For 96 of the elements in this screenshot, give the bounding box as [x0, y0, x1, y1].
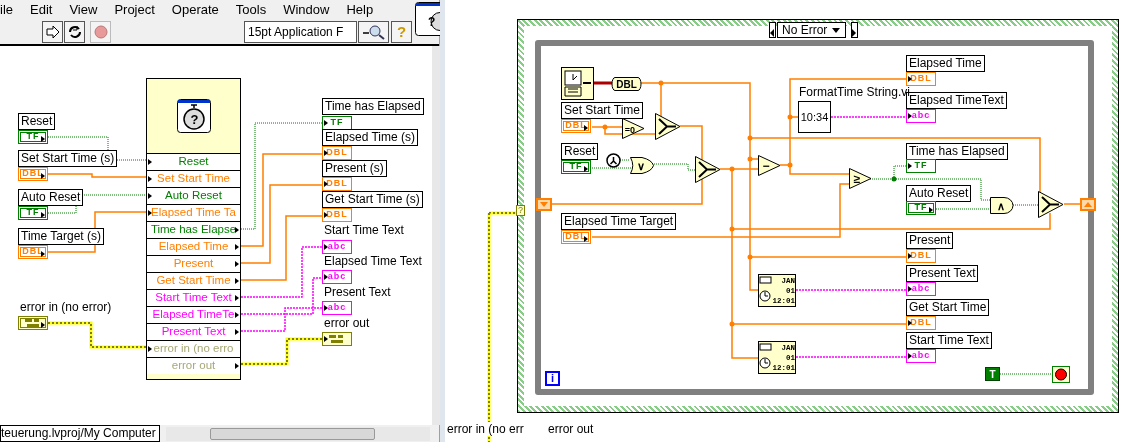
- label: Elapsed Time (s): [322, 129, 419, 146]
- terminal: abc: [322, 240, 352, 254]
- terminal: DBL: [561, 119, 591, 133]
- terminal: DBL: [906, 249, 936, 263]
- run-continuously-button[interactable]: [64, 20, 85, 43]
- terminal: TF: [322, 116, 352, 130]
- label: Get Start Time (s): [322, 191, 423, 208]
- label: error in (no err: [447, 422, 524, 436]
- menu-item[interactable]: ile: [0, 0, 13, 20]
- terminal: abc: [906, 109, 936, 123]
- case-selector-terminal: ?: [516, 205, 525, 216]
- label: Time has Elapsed: [322, 98, 424, 115]
- terminal: TF: [906, 159, 936, 173]
- terminal: abc: [906, 349, 936, 363]
- label: Start Time Text: [906, 332, 992, 349]
- label: Auto Reset: [906, 185, 972, 202]
- scrollbar[interactable]: [166, 426, 430, 441]
- cluster-icon: [329, 335, 345, 343]
- subtract-node: −: [758, 155, 781, 176]
- terminal: DBL: [906, 72, 936, 86]
- menu-item[interactable]: Window: [283, 0, 330, 20]
- terminal: TF: [561, 160, 591, 174]
- label: Present (s): [322, 160, 387, 177]
- terminal: DBL: [18, 167, 48, 181]
- terminal: TF: [18, 206, 48, 220]
- terminal: TF: [906, 201, 936, 215]
- terminal-row[interactable]: Reset: [147, 153, 240, 170]
- terminal: TF: [18, 130, 48, 144]
- cluster-icon: [25, 319, 41, 327]
- terminal-row[interactable]: Start Time Text: [147, 289, 240, 306]
- label: Time Target (s): [18, 228, 104, 245]
- terminal: DBL: [18, 245, 48, 259]
- terminal: abc: [322, 270, 352, 284]
- label: error in (no error): [19, 300, 113, 316]
- project-path: teuerung.lvproj/My Computer: [0, 425, 160, 442]
- label: Present: [906, 232, 954, 249]
- arrow-icon: [44, 23, 61, 40]
- label: Elapsed Time Text: [323, 254, 423, 270]
- loop-arrows-icon: [66, 23, 83, 40]
- terminal-row[interactable]: Auto Reset: [147, 187, 240, 204]
- stopwatch-icon: ?: [177, 99, 211, 133]
- label: Get Start Time: [906, 299, 990, 316]
- label: Elapsed Time Target: [561, 213, 677, 230]
- increment-button[interactable]: [851, 22, 858, 38]
- first-call-icon: [606, 153, 621, 168]
- scrollbar[interactable]: [432, 46, 440, 425]
- stop-icon: [1052, 366, 1070, 383]
- terminal: abc: [906, 282, 936, 296]
- terminal-row[interactable]: Elapsed TimeTe: [147, 306, 240, 323]
- terminal: abc: [322, 301, 352, 315]
- label: error out: [548, 422, 594, 436]
- select-node: [695, 156, 721, 183]
- select-node: [655, 113, 681, 140]
- shift-register-icon: [536, 198, 552, 211]
- menu-item[interactable]: Operate: [171, 0, 219, 20]
- terminal: DBL: [322, 146, 352, 160]
- terminal: DBL: [906, 316, 936, 330]
- terminal-row[interactable]: Present Text: [147, 323, 240, 340]
- menu-item[interactable]: Project: [114, 0, 155, 20]
- label: Auto Reset: [18, 189, 84, 206]
- terminal: DBL: [322, 208, 352, 222]
- label: error out: [323, 316, 371, 332]
- menu-item[interactable]: View: [69, 0, 98, 20]
- font-dropdown[interactable]: 15pt Application F: [244, 20, 357, 43]
- menu-item[interactable]: Help: [346, 0, 374, 20]
- decrement-button[interactable]: [769, 22, 776, 38]
- express-vi-node[interactable]: ? Reset Set Start Time Auto Reset Elapsed Time Ta Time has Elapse Elapsed Time Present Get Start Time Start Time Text Elapsed TimeTe Present Text error in (no erro error out: [146, 78, 241, 380]
- run-button[interactable]: [42, 20, 63, 43]
- label: Present Text: [906, 265, 979, 282]
- select-node: [1038, 191, 1064, 218]
- tick-count-node: [561, 67, 594, 100]
- iteration-terminal: i: [545, 371, 560, 386]
- label: Time has Elapsed: [906, 143, 1008, 160]
- label: Set Start Time (s): [18, 150, 118, 167]
- menu-item[interactable]: Edit: [30, 0, 53, 20]
- label: Start Time Text: [323, 223, 405, 239]
- compare-node: ≥: [849, 168, 872, 189]
- shift-register-icon: [1080, 198, 1096, 211]
- menu-item[interactable]: Tools: [235, 0, 267, 20]
- or-gate: ∨: [630, 157, 654, 174]
- search-button[interactable]: [358, 20, 389, 43]
- true-constant: T: [985, 367, 1000, 381]
- label: Set Start Time: [561, 102, 644, 119]
- label: Elapsed TimeText: [906, 92, 1007, 109]
- terminal-row[interactable]: Time has Elapse: [147, 221, 240, 238]
- label: Reset: [18, 113, 56, 130]
- subvi-node[interactable]: 10:34: [798, 101, 831, 133]
- case-selector[interactable]: No Error: [777, 22, 846, 38]
- terminal: DBL: [322, 177, 352, 191]
- label: Elapsed Time: [906, 55, 985, 72]
- conversion-node: DBL: [612, 77, 641, 91]
- label: Reset: [561, 143, 599, 160]
- terminal: DBL: [561, 230, 591, 244]
- label: Present Text: [323, 285, 392, 301]
- and-gate: ∧: [990, 197, 1014, 214]
- stop-icon: [92, 23, 109, 40]
